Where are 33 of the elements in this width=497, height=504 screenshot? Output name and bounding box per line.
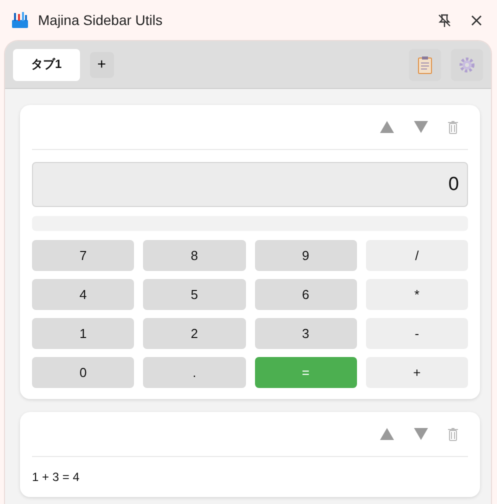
calculator-key[interactable]: * (366, 279, 468, 310)
unpin-icon[interactable] (438, 14, 451, 26)
trash-icon[interactable] (448, 120, 458, 134)
calculator-key[interactable]: 9 (254, 240, 357, 271)
add-tab-button[interactable]: + (90, 52, 114, 78)
up-arrow-icon[interactable] (380, 428, 394, 440)
calculator-key[interactable]: 2 (143, 318, 246, 349)
close-icon[interactable] (471, 14, 482, 26)
clipboard-button[interactable] (409, 48, 441, 80)
calculator-key[interactable]: . (143, 357, 246, 388)
calculator-key[interactable]: 5 (143, 279, 246, 310)
tab[interactable]: タブ1 (13, 48, 80, 80)
calculator-key[interactable]: + (366, 357, 468, 388)
calculator-key[interactable]: 6 (254, 279, 357, 310)
calculator-key[interactable]: 7 (32, 240, 134, 271)
calculator-key[interactable]: - (366, 318, 468, 349)
settings-icon (458, 56, 476, 74)
trash-icon[interactable] (448, 428, 458, 440)
calculator-key[interactable]: 4 (32, 279, 134, 310)
calculator-key[interactable]: 1 (32, 318, 134, 349)
up-arrow-icon[interactable] (380, 121, 394, 133)
calculator-key[interactable]: / (366, 240, 468, 271)
calculator-key[interactable]: 0 (32, 357, 134, 388)
calculator-display: 0 (32, 162, 468, 207)
settings-button[interactable] (451, 48, 483, 80)
calculator-key[interactable]: 3 (254, 318, 357, 349)
clipboard-icon (418, 56, 432, 74)
history-entry: 1 + 3 = 4 (32, 470, 80, 484)
down-arrow-icon[interactable] (414, 428, 428, 440)
window-title: Majina Sidebar Utils (38, 12, 164, 28)
down-arrow-icon[interactable] (414, 121, 428, 133)
app-logo-icon (12, 12, 28, 28)
calculator-key[interactable]: 8 (143, 240, 246, 271)
